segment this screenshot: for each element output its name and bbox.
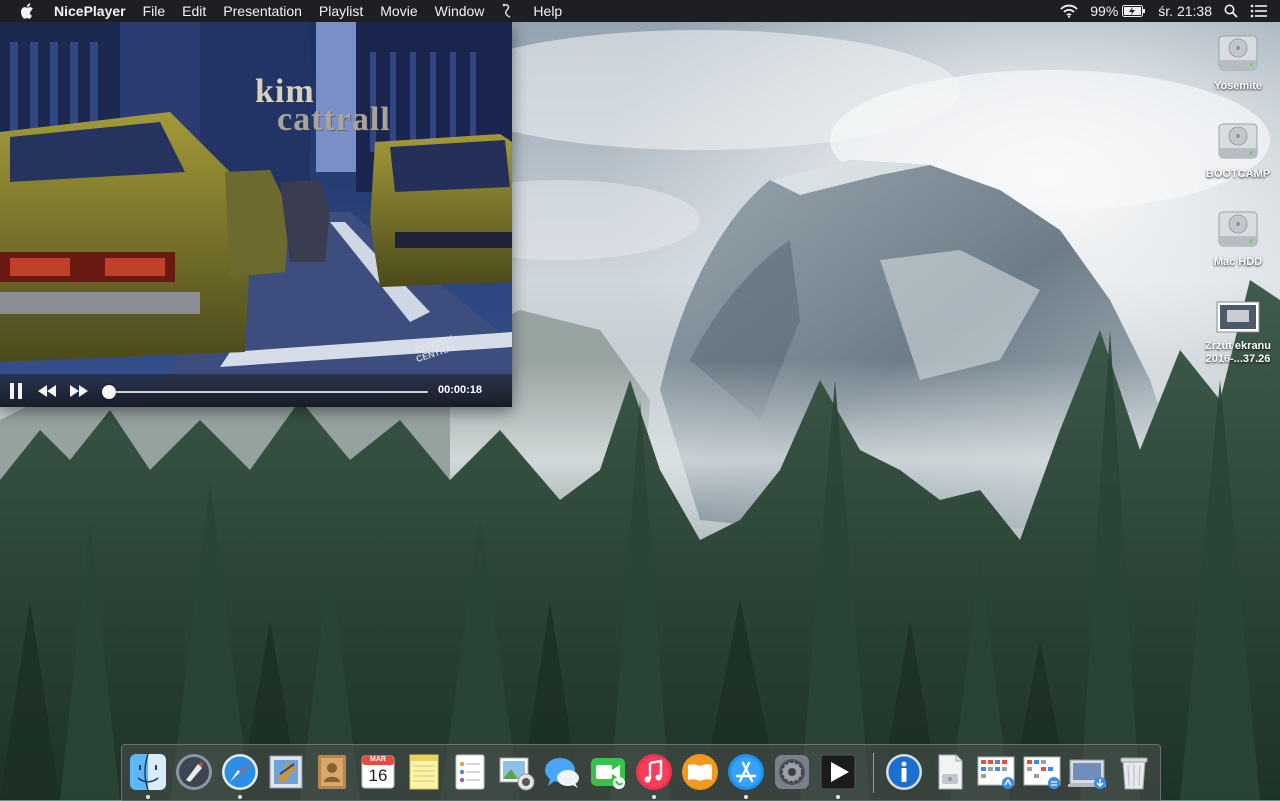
- screenshot-file-icon: [1216, 301, 1260, 333]
- clock[interactable]: śr. 21:38: [1158, 0, 1212, 22]
- desktop-icon-label-line1: Zrzut ekranu: [1204, 340, 1271, 352]
- running-indicator: [238, 795, 242, 799]
- hard-drive-icon: [1218, 35, 1258, 71]
- hard-drive-icon: [1218, 123, 1258, 159]
- calendar-day: 16: [368, 766, 388, 785]
- menu-movie[interactable]: Movie: [380, 0, 417, 22]
- facetime-icon: [591, 758, 625, 789]
- menu-presentation[interactable]: Presentation: [223, 0, 302, 22]
- dock-notes[interactable]: [404, 752, 444, 792]
- dock-launchpad[interactable]: [174, 752, 214, 792]
- running-indicator: [744, 795, 748, 799]
- desktop-volume-yosemite[interactable]: Yosemite: [1200, 30, 1276, 93]
- desktop-icon-label-line2: 2016-...37.26: [1205, 353, 1271, 365]
- hard-drive-icon: [1218, 211, 1258, 247]
- script-menu-icon[interactable]: [501, 3, 513, 19]
- notification-center-icon[interactable]: [1250, 4, 1268, 18]
- dock-applications-stack[interactable]: [976, 752, 1016, 792]
- safari-icon: [222, 754, 258, 790]
- playback-controls-bar: 00:00:18: [0, 374, 512, 407]
- trash-icon: [1120, 757, 1148, 790]
- dock-photos[interactable]: [496, 752, 536, 792]
- niceplayer-window[interactable]: kim cattrall COMEDY CENTRAL 00:00:18: [0, 22, 512, 407]
- elapsed-time: 00:00:18: [438, 384, 483, 396]
- running-indicator: [836, 795, 840, 799]
- dock-trash[interactable]: [1114, 752, 1154, 792]
- niceplayer-icon: [820, 754, 856, 790]
- dock-mail[interactable]: [266, 752, 306, 792]
- dock-info[interactable]: [884, 752, 924, 792]
- dock-document[interactable]: [930, 752, 970, 792]
- downloads-folder-icon: [1068, 759, 1106, 789]
- fast-forward-icon: [70, 385, 88, 397]
- dock-contacts[interactable]: [312, 752, 352, 792]
- battery-charging-icon[interactable]: [1122, 5, 1146, 17]
- document-icon: [938, 754, 963, 790]
- menu-playlist[interactable]: Playlist: [319, 0, 363, 22]
- itunes-icon: [636, 754, 672, 790]
- menu-help[interactable]: Help: [533, 0, 562, 22]
- dock-finder[interactable]: [128, 752, 168, 792]
- desktop-file-screenshot[interactable]: Zrzut ekranu 2016-...37.26: [1200, 300, 1276, 366]
- wifi-icon[interactable]: [1060, 4, 1078, 18]
- menu-edit[interactable]: Edit: [182, 0, 206, 22]
- launchpad-icon: [176, 754, 212, 790]
- dock-niceplayer[interactable]: [818, 752, 858, 792]
- reminders-icon: [455, 754, 485, 790]
- menu-window[interactable]: Window: [435, 0, 485, 22]
- pause-icon: [10, 383, 22, 399]
- notes-icon: [409, 754, 439, 790]
- dock-separator: [873, 753, 874, 793]
- video-title-line2: cattrall: [277, 101, 391, 138]
- contacts-icon: [318, 755, 346, 789]
- info-icon: [886, 754, 922, 790]
- desktop-icon-label: BOOTCAMP: [1205, 168, 1271, 180]
- documents-folder-icon: [1023, 756, 1061, 789]
- fast-forward-button[interactable]: [68, 382, 90, 400]
- menu-bar: NicePlayer File Edit Presentation Playli…: [0, 0, 1280, 22]
- dock-documents-stack[interactable]: [1022, 752, 1062, 792]
- video-title-text: kim cattrall: [255, 75, 391, 138]
- dock-downloads-stack[interactable]: [1068, 752, 1108, 792]
- system-preferences-icon: [775, 755, 809, 789]
- seek-bar-knob[interactable]: [102, 385, 117, 399]
- dock-facetime[interactable]: [588, 752, 628, 792]
- rewind-icon: [38, 385, 56, 397]
- dock-ibooks[interactable]: [680, 752, 720, 792]
- rewind-button[interactable]: [36, 382, 58, 400]
- menu-file[interactable]: File: [143, 0, 166, 22]
- app-menu-niceplayer[interactable]: NicePlayer: [54, 0, 126, 22]
- dock-calendar[interactable]: MAR 16: [358, 752, 398, 792]
- dock-system-preferences[interactable]: [772, 752, 812, 792]
- desktop-volume-mac-hdd[interactable]: Mac HDD: [1200, 206, 1276, 269]
- app-store-icon: [728, 754, 764, 790]
- dock-safari[interactable]: [220, 752, 260, 792]
- dock-messages[interactable]: [542, 752, 582, 792]
- dock: MAR 16: [121, 744, 1161, 801]
- running-indicator: [146, 795, 150, 799]
- desktop-volume-bootcamp[interactable]: BOOTCAMP: [1200, 118, 1276, 181]
- seek-bar[interactable]: [106, 391, 428, 393]
- desktop-icon-label: Mac HDD: [1213, 256, 1263, 268]
- ibooks-icon: [682, 754, 718, 790]
- messages-icon: [545, 758, 579, 788]
- spotlight-search-icon[interactable]: [1224, 4, 1238, 18]
- applications-folder-icon: [977, 756, 1015, 789]
- calendar-month: MAR: [370, 756, 386, 763]
- dock-app-store[interactable]: [726, 752, 766, 792]
- mail-icon: [269, 755, 303, 789]
- finder-icon: [130, 753, 166, 791]
- pause-button[interactable]: [8, 382, 24, 400]
- photos-icon: [499, 757, 535, 791]
- battery-percent[interactable]: 99%: [1090, 0, 1118, 22]
- dock-reminders[interactable]: [450, 752, 490, 792]
- desktop-icon-label: Yosemite: [1213, 80, 1263, 92]
- dock-itunes[interactable]: [634, 752, 674, 792]
- apple-menu-icon[interactable]: [20, 3, 38, 19]
- running-indicator: [652, 795, 656, 799]
